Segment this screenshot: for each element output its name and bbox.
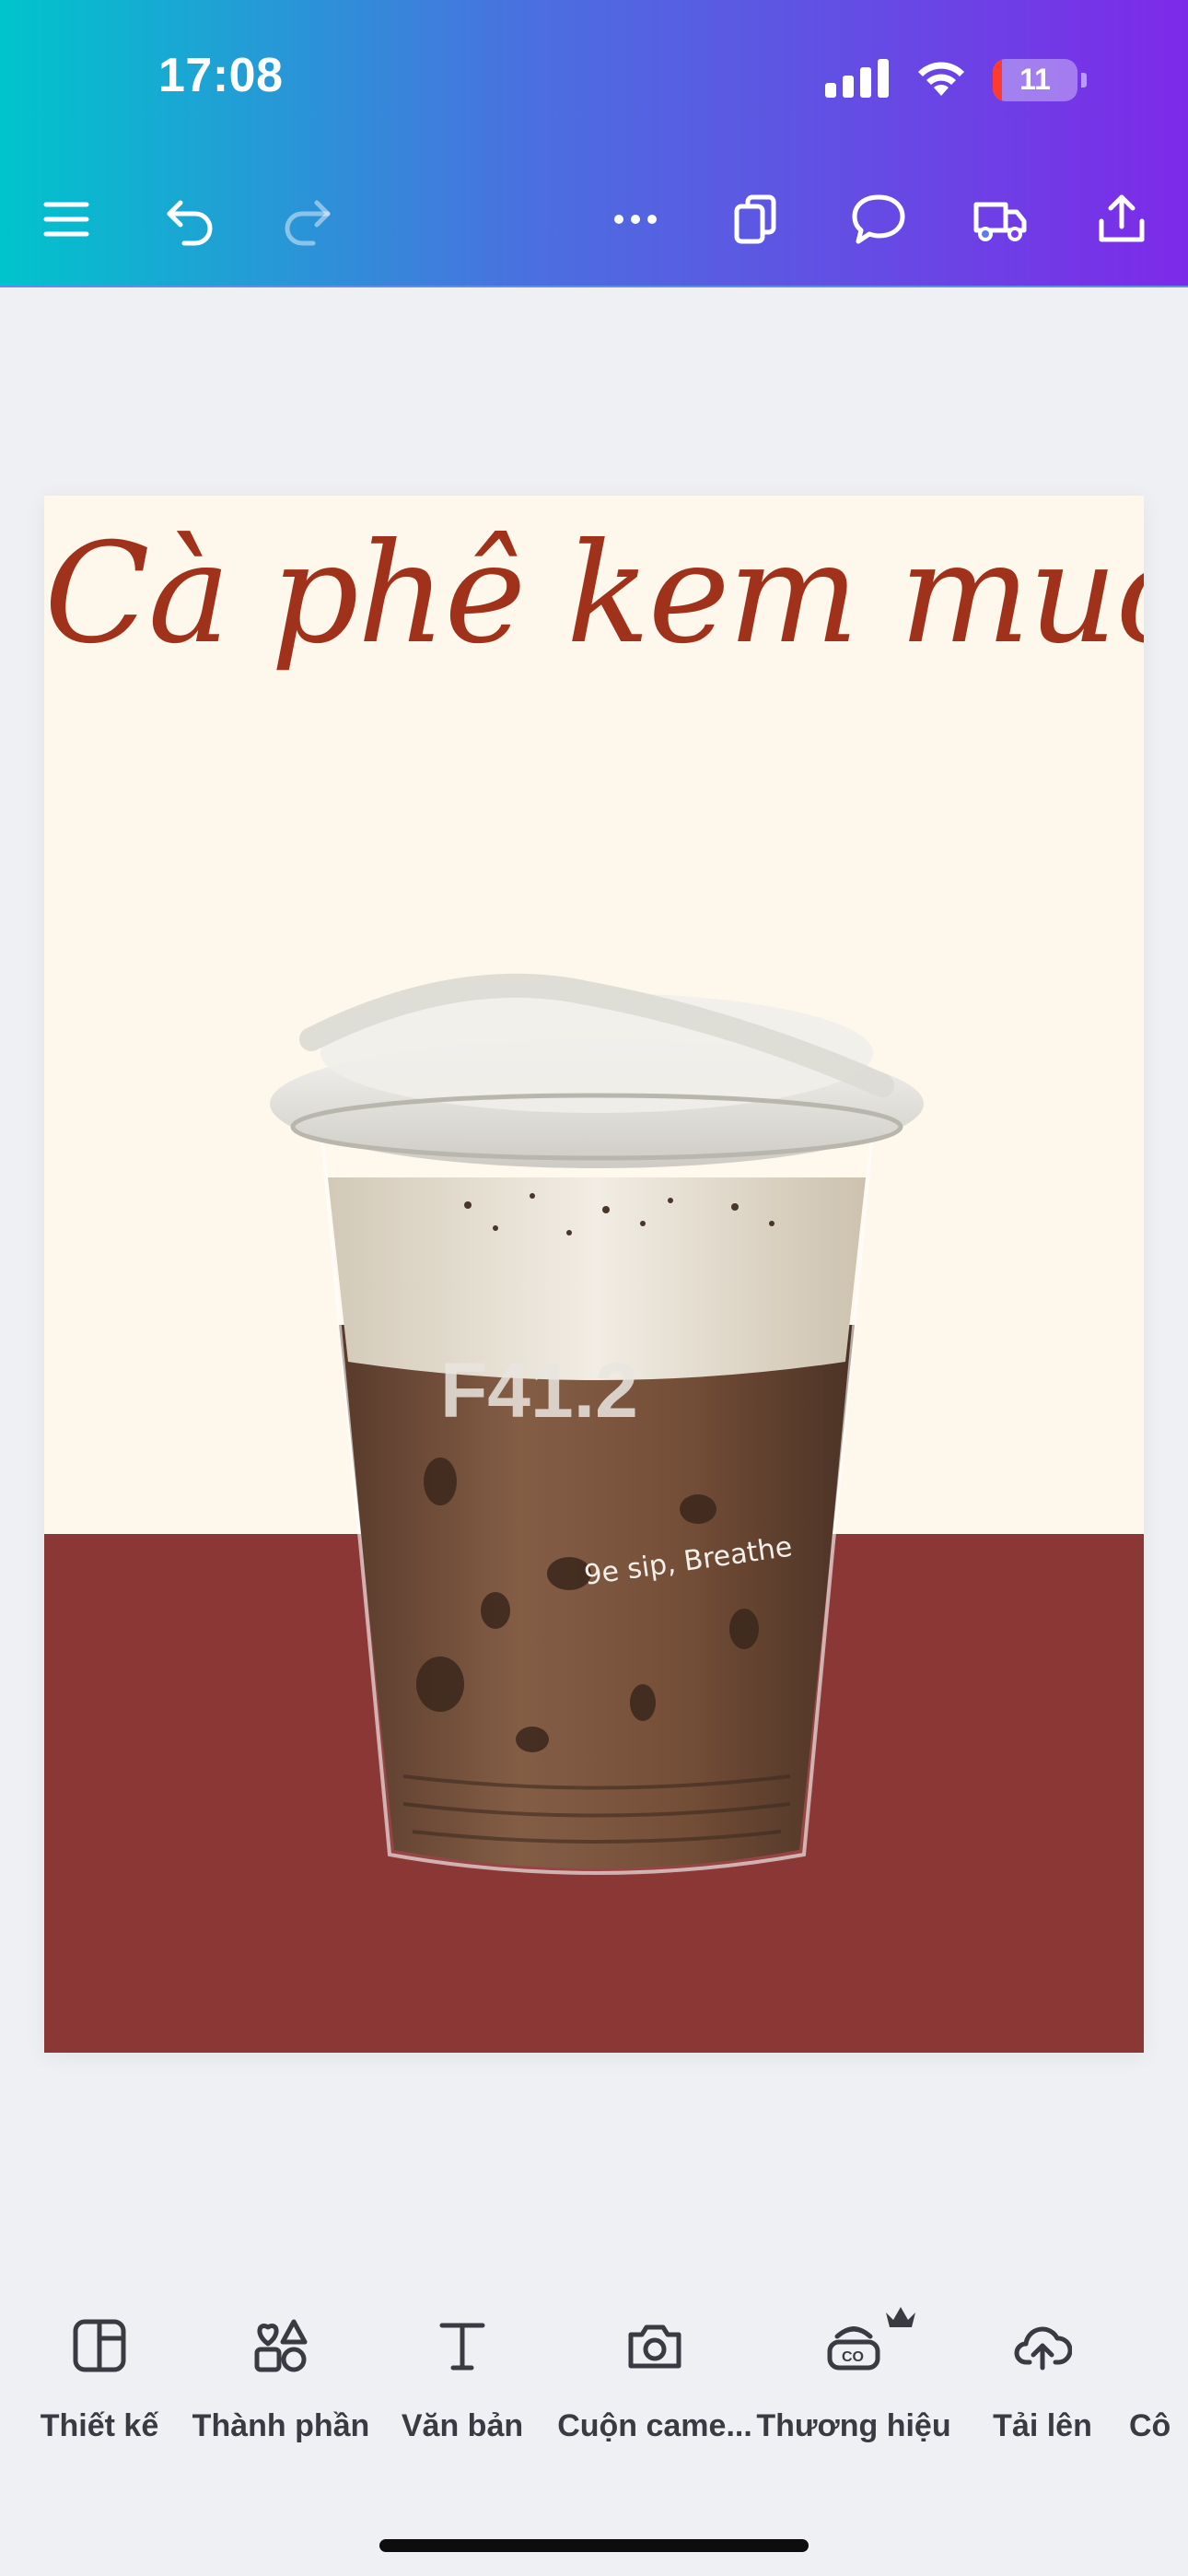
tab-elements[interactable]: Thành phần — [184, 2294, 378, 2444]
design-title-text[interactable]: Cà phê kem muối — [44, 514, 1144, 674]
upload-icon — [1014, 2326, 1072, 2371]
delivery-icon — [973, 202, 1027, 241]
elements-icon — [254, 2319, 308, 2372]
battery-fill — [993, 58, 1003, 101]
share-button[interactable] — [1077, 175, 1166, 263]
battery-indicator: 11 — [993, 58, 1077, 101]
wifi-icon — [914, 57, 969, 102]
coffee-cup-image[interactable]: F41.2 9e sip, Breathe — [256, 966, 974, 1887]
battery-percent: 11 — [1019, 63, 1051, 96]
home-indicator[interactable] — [379, 2539, 809, 2552]
editor-toolbar — [0, 175, 1188, 263]
tab-uploads[interactable]: Tải lên — [969, 2294, 1116, 2444]
text-icon — [439, 2323, 485, 2371]
tab-tools-label: Cô — [1129, 2408, 1171, 2443]
signal-icon — [825, 57, 890, 102]
print-delivery-button[interactable] — [956, 175, 1044, 263]
tab-camera-roll-label: Cuộn came... — [557, 2408, 752, 2443]
canva-editor: 17:08 11 Cà phê kem muối Thiết kế Thành … — [0, 0, 1188, 2576]
redo-button[interactable] — [263, 175, 352, 263]
status-icons: 11 — [825, 57, 1087, 102]
pages-button[interactable] — [713, 175, 801, 263]
premium-crown-icon — [886, 2307, 915, 2327]
undo-icon — [167, 200, 213, 246]
menu-icon — [43, 202, 89, 237]
tools-icon — [1129, 2316, 1188, 2375]
camera-icon — [628, 2324, 681, 2369]
tab-uploads-label: Tải lên — [993, 2408, 1092, 2443]
tab-text[interactable]: Văn bản — [389, 2294, 536, 2444]
comment-icon — [852, 194, 905, 244]
tab-brand-label: Thương hiệu — [756, 2408, 951, 2443]
brand-icon: CO — [827, 2326, 880, 2371]
tab-design-label: Thiết kế — [40, 2408, 159, 2443]
pages-icon — [734, 194, 776, 244]
tab-elements-label: Thành phần — [192, 2408, 370, 2443]
undo-button[interactable] — [146, 175, 234, 263]
layout-icon — [73, 2319, 126, 2372]
share-icon — [1099, 194, 1145, 242]
tab-text-label: Văn bản — [401, 2408, 524, 2443]
more-icon — [614, 215, 657, 224]
status-time: 17:08 — [158, 49, 284, 102]
tab-camera-roll[interactable]: Cuộn came... — [551, 2294, 759, 2444]
battery-cap — [1081, 72, 1087, 88]
redo-icon — [285, 200, 331, 246]
tab-brand[interactable]: CO Thương hiệu — [755, 2294, 952, 2444]
comment-button[interactable] — [834, 175, 923, 263]
top-header: 17:08 11 — [0, 0, 1188, 287]
tab-tools[interactable]: Cô — [1129, 2294, 1188, 2444]
svg-text:CO: CO — [842, 2349, 864, 2365]
menu-button[interactable] — [22, 175, 111, 263]
bottom-tab-bar: Thiết kế Thành phần Văn bản Cuộn came... — [0, 2294, 1188, 2478]
more-button[interactable] — [591, 175, 680, 263]
tab-design[interactable]: Thiết kế — [26, 2294, 173, 2444]
design-canvas[interactable]: Cà phê kem muối — [44, 496, 1144, 2053]
